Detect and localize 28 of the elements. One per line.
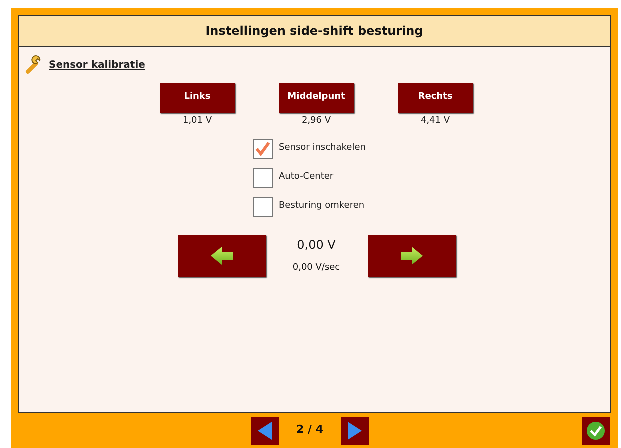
rate-value: 0,00 V/sec [292, 262, 340, 275]
next-page-button[interactable] [341, 416, 370, 444]
checkbox[interactable] [253, 168, 273, 188]
move-left-button[interactable] [178, 234, 266, 276]
calibration-button[interactable]: Middelpunt [279, 83, 354, 113]
voltage-reading: 4,41 V [420, 115, 450, 128]
voltage-reading: 2,96 V [302, 115, 332, 128]
checkmark-icon [586, 420, 606, 440]
window-title: Instellingen side-shift besturing [206, 23, 424, 40]
sensor-calibration-link[interactable]: Sensor kalibratie [49, 58, 146, 72]
voltage-reading: 1,01 V [182, 115, 212, 128]
calibration-button[interactable]: Links [160, 83, 235, 113]
voltage-value: 0,00 V [297, 236, 336, 254]
confirm-button[interactable] [582, 416, 610, 444]
calibration-button[interactable]: Rechts [398, 83, 473, 113]
right-arrow-icon [400, 246, 422, 264]
checkbox-label: Auto-Center [279, 170, 334, 184]
checkbox-label: Sensor inschakelen [279, 142, 366, 155]
left-triangle-icon [258, 422, 272, 440]
page-indicator: 2 / 4 [296, 422, 324, 438]
right-triangle-icon [348, 422, 362, 440]
checkbox[interactable] [253, 196, 273, 216]
checkbox[interactable] [253, 138, 273, 158]
check-icon [255, 140, 271, 156]
move-right-button[interactable] [368, 234, 456, 276]
left-arrow-icon [210, 246, 232, 264]
checkbox-label: Besturing omkeren [279, 200, 365, 213]
previous-page-button[interactable] [250, 416, 278, 444]
